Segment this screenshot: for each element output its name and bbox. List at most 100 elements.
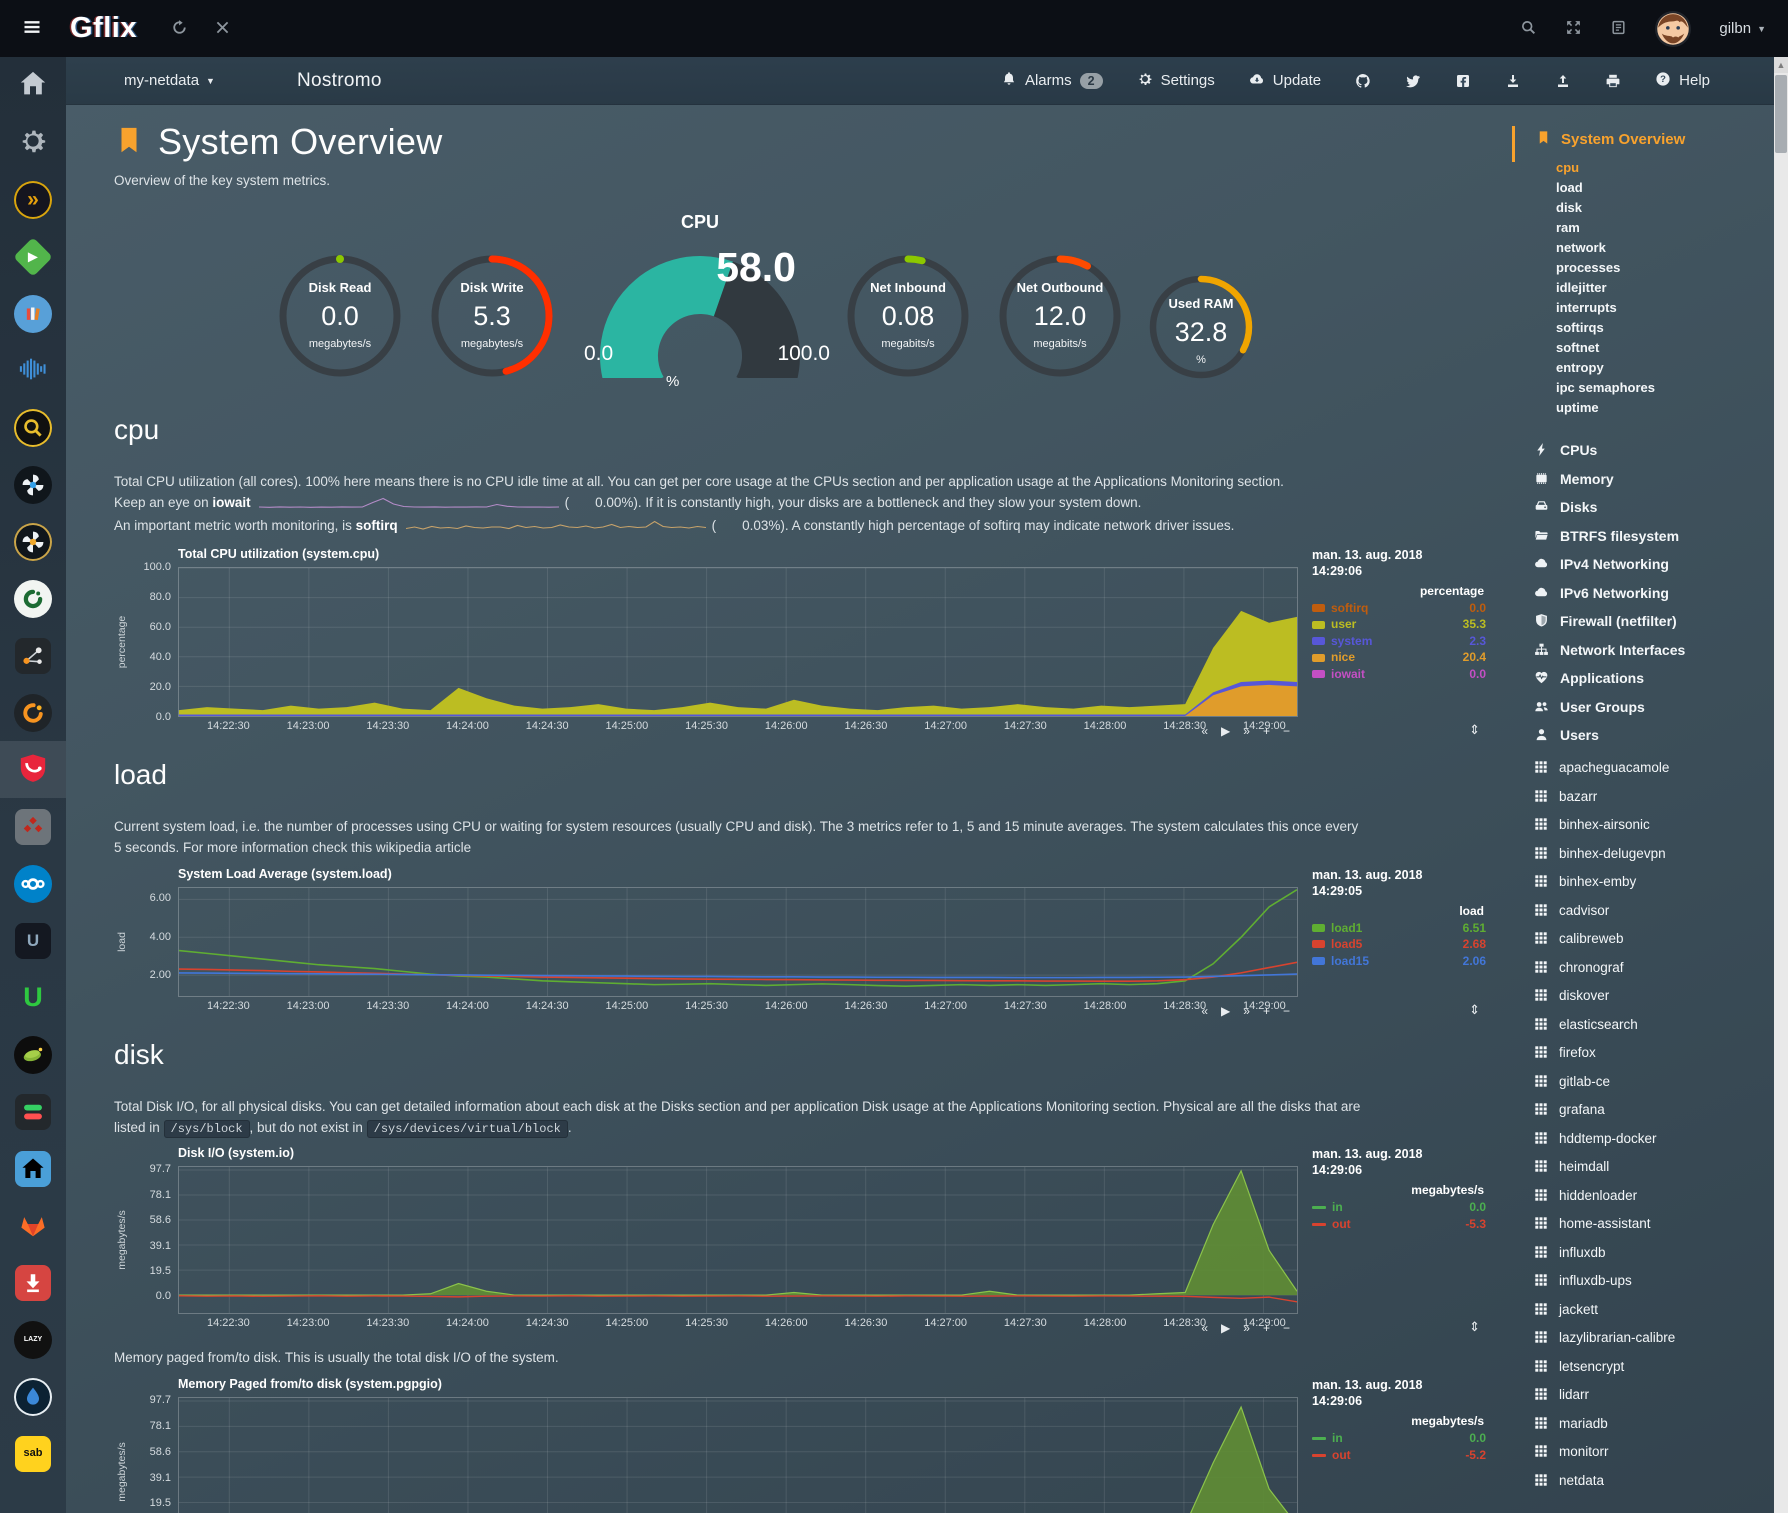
gauge-net-inbound[interactable]: Net Inbound0.08megabits/s [832,240,984,392]
sidebar-section-applications[interactable]: Applications [1512,664,1774,693]
nextcloud-icon[interactable] [0,855,66,912]
lazylibrarian-icon[interactable]: LAZY [0,1311,66,1368]
chart-control[interactable]: » [1243,724,1250,738]
chart-resize-handle[interactable]: ⇕ [1469,1319,1480,1335]
plex-icon[interactable]: » [0,171,66,228]
chart-control[interactable]: « [1201,1004,1208,1018]
gitlab-icon[interactable] [0,1197,66,1254]
sidebar-app-netdata[interactable]: netdata [1512,1466,1774,1495]
chart-control[interactable]: » [1243,1321,1250,1335]
legend-row[interactable]: iowait0.0 [1312,666,1486,683]
gauge-cpu[interactable]: CPU58.00.0100.0% [574,214,826,392]
sidebar-app-binhex-airsonic[interactable]: binhex-airsonic [1512,811,1774,840]
sidebar-app-hddtemp-docker[interactable]: hddtemp-docker [1512,1124,1774,1153]
sidebar-app-chronograf[interactable]: chronograf [1512,953,1774,982]
gauge-net-outbound[interactable]: Net Outbound12.0megabits/s [984,240,1136,392]
chart-system-cpu[interactable]: Total CPU utilization (system.cpu)percen… [114,547,1486,737]
changelog-book-icon[interactable] [1610,19,1627,39]
legend-row[interactable]: load152.06 [1312,953,1486,970]
sidebar-app-gitlab-ce[interactable]: gitlab-ce [1512,1067,1774,1096]
sidebar-item-network[interactable]: network [1556,238,1774,258]
sidebar-app-jackett[interactable]: jackett [1512,1295,1774,1324]
chart-plot-area[interactable] [178,1166,1298,1314]
sidebar-section-ipv4-networking[interactable]: IPv4 Networking [1512,550,1774,579]
download-icon[interactable] [1505,73,1521,89]
sidebar-item-entropy[interactable]: entropy [1556,358,1774,378]
unraid-icon[interactable]: U [0,912,66,969]
help-button[interactable]: ? Help [1655,71,1710,89]
github-icon[interactable] [1355,73,1371,89]
chart-system-load[interactable]: System Load Average (system.load)load6.0… [114,867,1486,1017]
chart-control[interactable]: ▶ [1221,1004,1230,1018]
monitorr-icon[interactable] [0,1083,66,1140]
sidebar-app-apacheguacamole[interactable]: apacheguacamole [1512,754,1774,783]
red-download-icon[interactable] [0,1254,66,1311]
dish-icon[interactable] [0,1026,66,1083]
chart-toolbar[interactable]: «▶»+− [1201,724,1290,738]
refresh-icon[interactable] [171,19,188,39]
node-graph-icon[interactable] [0,627,66,684]
sidebar-section-disks[interactable]: Disks [1512,493,1774,522]
pinwheel-blue-icon[interactable] [0,456,66,513]
sidebar-section-network-interfaces[interactable]: Network Interfaces [1512,636,1774,665]
legend-row[interactable]: in0.0 [1312,1430,1486,1447]
settings-button[interactable]: Settings [1137,71,1215,89]
sidebar-item-ipc-semaphores[interactable]: ipc semaphores [1556,378,1774,398]
scrollbar-thumb[interactable] [1775,75,1787,153]
sidebar-item-softirqs[interactable]: softirqs [1556,318,1774,338]
legend-row[interactable]: load16.51 [1312,920,1486,937]
chart-system-pgpgio[interactable]: Memory Paged from/to disk (system.pgpgio… [114,1377,1486,1513]
sidebar-app-elasticsearch[interactable]: elasticsearch [1512,1010,1774,1039]
twitter-icon[interactable] [1405,73,1421,89]
sidebar-system-overview[interactable]: System Overview [1512,126,1774,152]
chart-control[interactable]: + [1263,1004,1270,1018]
sidebar-app-lazylibrarian-calibre[interactable]: lazylibrarian-calibre [1512,1324,1774,1353]
drop-icon[interactable] [0,1368,66,1425]
server-dropdown[interactable]: my-netdata ▼ [124,72,215,89]
sidebar-item-cpu[interactable]: cpu [1556,158,1774,178]
sidebar-app-firefox[interactable]: firefox [1512,1039,1774,1068]
chart-plot-area[interactable] [178,1397,1298,1513]
grafana-icon[interactable] [0,684,66,741]
chart-control[interactable]: + [1263,1321,1270,1335]
home-assistant-icon[interactable] [0,1140,66,1197]
soundwave-icon[interactable] [0,342,66,399]
sidebar-app-letsencrypt[interactable]: letsencrypt [1512,1352,1774,1381]
legend-row[interactable]: system2.3 [1312,633,1486,650]
legend-row[interactable]: user35.3 [1312,616,1486,633]
legend-row[interactable]: out-5.2 [1312,1447,1486,1464]
sidebar-app-lidarr[interactable]: lidarr [1512,1381,1774,1410]
sidebar-section-btrfs-filesystem[interactable]: BTRFS filesystem [1512,522,1774,551]
chart-control[interactable]: − [1283,1321,1290,1335]
sidebar-app-binhex-emby[interactable]: binhex-emby [1512,868,1774,897]
user-menu[interactable]: gilbn▼ [1719,20,1766,37]
sidebar-app-influxdb[interactable]: influxdb [1512,1238,1774,1267]
legend-row[interactable]: nice20.4 [1312,649,1486,666]
sidebar-item-idlejitter[interactable]: idlejitter [1556,278,1774,298]
sidebar-app-hiddenloader[interactable]: hiddenloader [1512,1181,1774,1210]
sidebar-item-processes[interactable]: processes [1556,258,1774,278]
legend-row[interactable]: softirq0.0 [1312,600,1486,617]
sidebar-app-influxdb-ups[interactable]: influxdb-ups [1512,1267,1774,1296]
hamburger-menu-icon[interactable] [22,17,42,41]
sidebar-section-cpus[interactable]: CPUs [1512,436,1774,465]
emby-icon[interactable]: ▶ [0,228,66,285]
chart-control[interactable]: « [1201,724,1208,738]
sidebar-section-ipv6-networking[interactable]: IPv6 Networking [1512,579,1774,608]
chart-plot-area[interactable] [178,567,1298,717]
facebook-icon[interactable] [1455,73,1471,89]
chart-control[interactable]: » [1243,1004,1250,1018]
sidebar-app-heimdall[interactable]: heimdall [1512,1153,1774,1182]
chart-control[interactable]: − [1283,1004,1290,1018]
upload-icon[interactable] [1555,73,1571,89]
gauge-used-ram[interactable]: Used RAM32.8% [1136,262,1266,392]
fullscreen-icon[interactable] [1565,19,1582,39]
sidebar-item-load[interactable]: load [1556,178,1774,198]
sidebar-item-softnet[interactable]: softnet [1556,338,1774,358]
pinwheel-yellow-icon[interactable] [0,513,66,570]
settings-gear-icon[interactable] [0,114,66,171]
library-books-icon[interactable] [0,285,66,342]
chart-system-io[interactable]: Disk I/O (system.io)megabytes/s97.778.15… [114,1146,1486,1334]
avatar[interactable] [1655,11,1691,47]
sidebar-app-home-assistant[interactable]: home-assistant [1512,1210,1774,1239]
